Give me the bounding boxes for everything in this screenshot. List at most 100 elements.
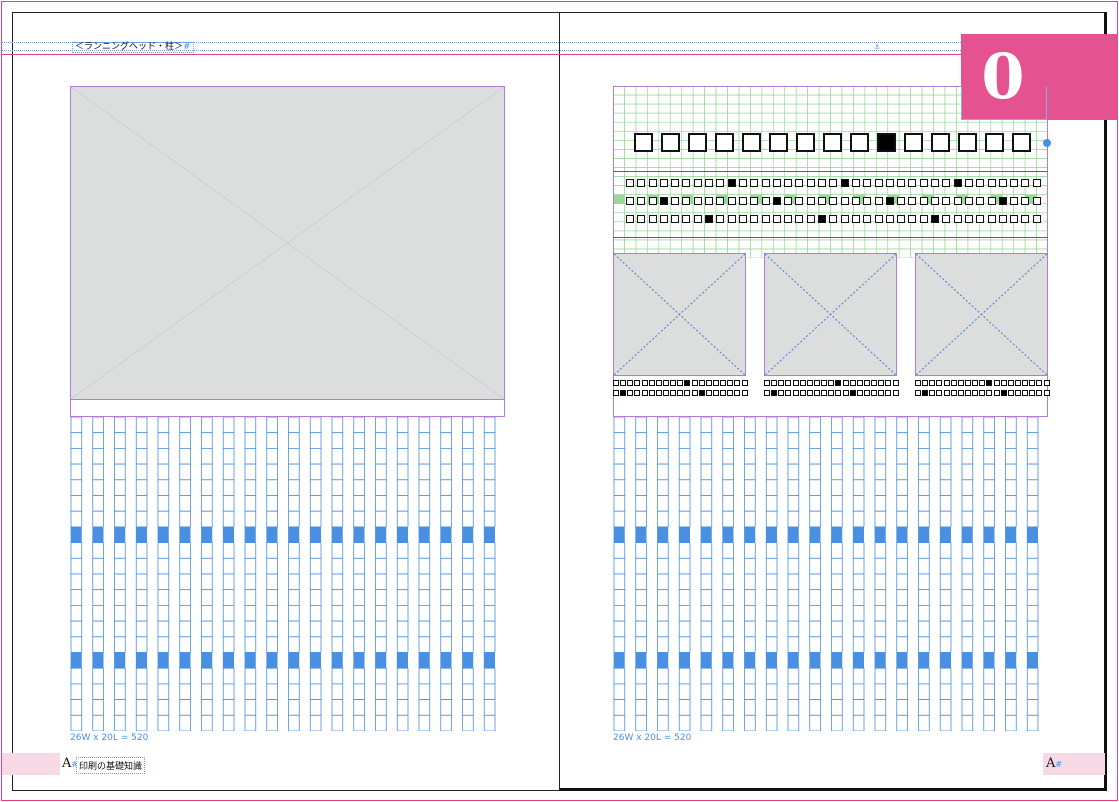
- caption-char-box: [1014, 380, 1021, 386]
- caption-char-box: [957, 390, 964, 396]
- caption-char-box: [915, 390, 921, 396]
- right-frame-grid[interactable]: [613, 417, 1048, 731]
- caption-line: [764, 380, 900, 387]
- caption-char-box: [849, 390, 856, 396]
- body-char-box: [976, 215, 985, 223]
- body-char-box: [863, 179, 872, 187]
- body-char-box: [998, 179, 1007, 187]
- body-char-box: [671, 179, 680, 187]
- caption-char-box: [712, 380, 719, 386]
- body-char-box: [908, 197, 917, 205]
- caption-char-box: [691, 380, 698, 386]
- body-char-box: [953, 215, 962, 223]
- caption-char-box: [698, 390, 705, 396]
- body-char-box: [987, 179, 996, 187]
- running-head-text: ＜ランニングヘッド・柱＞: [75, 42, 184, 52]
- caption-char-box: [778, 380, 785, 386]
- body-char-box: [942, 215, 951, 223]
- running-head-frame[interactable]: ＜ランニングヘッド・柱＞#: [72, 42, 194, 53]
- caption-char-box: [828, 380, 835, 386]
- body-char-box: [953, 197, 962, 205]
- caption-char-box: [741, 380, 748, 386]
- caption-char-box: [778, 390, 785, 396]
- body-char-box: [761, 215, 770, 223]
- body-char-box: [637, 197, 646, 205]
- body-char-box: [693, 197, 702, 205]
- caption-char-box: [785, 390, 792, 396]
- caption-char-box: [698, 380, 705, 386]
- body-text-frame[interactable]: [626, 179, 1044, 233]
- left-frame-grid[interactable]: [70, 417, 505, 731]
- body-char-box: [863, 197, 872, 205]
- body-char-box: [648, 215, 657, 223]
- body-char-box: [659, 215, 668, 223]
- body-char-box: [829, 197, 838, 205]
- heading-char-box: [904, 133, 923, 152]
- caption-char-box: [972, 380, 979, 386]
- caption-line: [613, 380, 749, 387]
- placeholder-cross-icon: [614, 254, 745, 375]
- heading-divider: [613, 171, 1048, 172]
- caption-char-box: [792, 380, 799, 386]
- caption-char-box: [1022, 390, 1029, 396]
- caption-char-box: [885, 380, 892, 386]
- body-char-box: [942, 197, 951, 205]
- body-char-box: [851, 197, 860, 205]
- caption-char-box: [821, 390, 828, 396]
- heading-char-box: [850, 133, 869, 152]
- heading-char-box: [769, 133, 788, 152]
- right-image-2[interactable]: [764, 253, 897, 376]
- heading-text-frame[interactable]: [634, 133, 1039, 152]
- body-char-box: [750, 179, 759, 187]
- body-char-box: [682, 215, 691, 223]
- body-char-box: [919, 215, 928, 223]
- caption-char-box: [1007, 390, 1014, 396]
- body-char-box: [727, 197, 736, 205]
- left-image-placeholder[interactable]: [70, 86, 505, 400]
- caption-char-box: [1036, 390, 1043, 396]
- caption-char-box: [856, 390, 863, 396]
- body-char-box: [784, 215, 793, 223]
- running-head-mark: #: [183, 42, 191, 52]
- caption-char-box: [620, 380, 627, 386]
- heading-char-box: [742, 133, 761, 152]
- body-char-box: [784, 179, 793, 187]
- caption-char-box: [792, 390, 799, 396]
- caption-char-box: [641, 390, 648, 396]
- heading-char-box: [823, 133, 842, 152]
- caption-char-box: [634, 380, 641, 386]
- body-char-box: [738, 197, 747, 205]
- right-folio-marker[interactable]: A#: [1046, 756, 1062, 771]
- caption-char-box: [842, 390, 849, 396]
- body-char-box: [987, 215, 996, 223]
- body-char-box: [897, 197, 906, 205]
- caption-char-box: [691, 390, 698, 396]
- caption-line: [915, 380, 1051, 387]
- body-char-box: [874, 197, 883, 205]
- caption-frame-1[interactable]: [613, 380, 749, 400]
- body-char-box: [682, 197, 691, 205]
- body-char-box: [716, 197, 725, 205]
- body-char-box: [1010, 215, 1019, 223]
- heading-overflow-icon[interactable]: [1043, 139, 1051, 147]
- caption-frame-2[interactable]: [764, 380, 900, 400]
- caption-char-box: [1029, 390, 1036, 396]
- right-image-3[interactable]: [915, 253, 1048, 376]
- right-image-1[interactable]: [613, 253, 746, 376]
- body-char-box: [976, 197, 985, 205]
- right-grid-count: 26W x 20L = 520: [613, 733, 692, 743]
- caption-char-box: [734, 380, 741, 386]
- caption-char-box: [764, 380, 770, 386]
- body-char-box: [1021, 215, 1030, 223]
- caption-char-box: [885, 390, 892, 396]
- body-char-box: [806, 215, 815, 223]
- caption-char-box: [771, 390, 778, 396]
- body-char-box: [682, 179, 691, 187]
- caption-char-box: [662, 390, 669, 396]
- left-footer-label[interactable]: 印刷の基礎知識: [76, 757, 146, 774]
- spine: [559, 12, 560, 791]
- heading-char-box: [931, 133, 950, 152]
- caption-char-box: [950, 380, 957, 386]
- heading-char-box: [1012, 133, 1031, 152]
- caption-frame-3[interactable]: [915, 380, 1051, 400]
